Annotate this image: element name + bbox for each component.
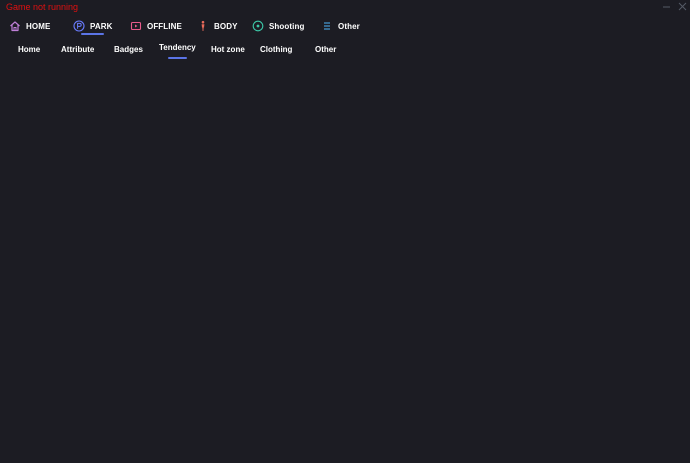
minimize-button[interactable] xyxy=(660,0,672,12)
nav-tab-offline[interactable]: OFFLINE xyxy=(130,16,182,36)
nav-tab-home-label: HOME xyxy=(26,21,51,31)
app-window: Game not running HOME PARK OFFLINE BODY … xyxy=(0,0,690,463)
main-nav: HOME PARK OFFLINE BODY Shooting Other xyxy=(0,16,690,38)
nav-tab-shooting-label: Shooting xyxy=(269,21,305,31)
subtab-clothing[interactable]: Clothing xyxy=(260,42,292,58)
game-status-text: Game not running xyxy=(6,2,79,12)
nav-tab-other-label: Other xyxy=(338,21,360,31)
subtab-attribute[interactable]: Attribute xyxy=(61,42,94,58)
person-icon xyxy=(197,20,209,32)
minimize-icon xyxy=(662,6,670,7)
parking-icon xyxy=(73,20,85,32)
subtab-tendency[interactable]: Tendency xyxy=(159,40,196,56)
subtab-hot-zone[interactable]: Hot zone xyxy=(211,42,245,58)
target-icon xyxy=(252,20,264,32)
sub-nav: Home Attribute Badges Tendency Hot zone … xyxy=(0,42,690,62)
nav-tab-shooting[interactable]: Shooting xyxy=(252,16,304,36)
close-button[interactable] xyxy=(676,0,688,12)
nav-tab-park-label: PARK xyxy=(90,21,113,31)
nav-tab-offline-label: OFFLINE xyxy=(147,21,182,31)
content-area xyxy=(0,64,690,463)
window-controls xyxy=(660,0,688,12)
list-icon xyxy=(321,20,333,32)
nav-tab-home[interactable]: HOME xyxy=(9,16,50,36)
subtab-badges[interactable]: Badges xyxy=(114,42,143,58)
subtab-home[interactable]: Home xyxy=(18,42,40,58)
home-icon xyxy=(9,20,21,32)
active-subtab-indicator xyxy=(168,57,187,59)
nav-tab-other[interactable]: Other xyxy=(321,16,360,36)
tv-icon xyxy=(130,20,142,32)
close-icon xyxy=(678,2,686,10)
nav-tab-body[interactable]: BODY xyxy=(197,16,238,36)
subtab-other[interactable]: Other xyxy=(315,42,336,58)
nav-tab-body-label: BODY xyxy=(214,21,238,31)
active-tab-indicator xyxy=(81,33,104,35)
